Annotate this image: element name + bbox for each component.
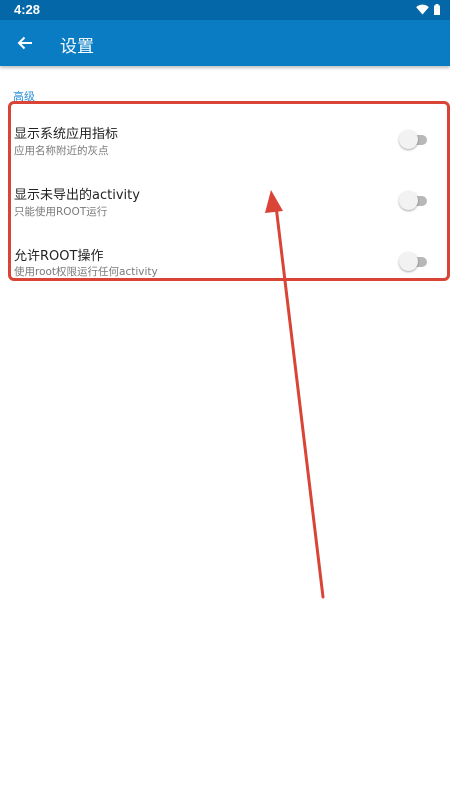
back-button[interactable] bbox=[8, 26, 42, 60]
switch-thumb bbox=[399, 191, 418, 210]
switch-thumb bbox=[399, 252, 418, 271]
pref-title: 允许ROOT操作 bbox=[14, 249, 104, 264]
system-icons bbox=[416, 4, 440, 15]
pref-allow-root[interactable]: 允许ROOT操作 使用root权限运行任何activity bbox=[0, 233, 450, 293]
pref-title: 显示未导出的activity bbox=[14, 188, 140, 203]
switch-allow-root[interactable] bbox=[399, 252, 429, 272]
battery-icon bbox=[434, 4, 440, 15]
arrow-back-icon bbox=[17, 36, 32, 50]
pref-summary: 使用root权限运行任何activity bbox=[14, 266, 158, 278]
pref-summary: 应用名称附近的灰点 bbox=[14, 145, 109, 157]
category-header-advanced: 高级 bbox=[13, 90, 35, 103]
status-bar: 4:28 bbox=[0, 0, 450, 20]
page-title: 设置 bbox=[60, 37, 94, 57]
pref-title: 显示系统应用指标 bbox=[14, 127, 119, 142]
wifi-icon bbox=[416, 4, 429, 15]
switch-show-unexported-activity[interactable] bbox=[399, 191, 429, 211]
status-time: 4:28 bbox=[14, 2, 41, 17]
switch-thumb bbox=[399, 130, 418, 149]
pref-show-system-app-indicator[interactable]: 显示系统应用指标 应用名称附近的灰点 bbox=[0, 111, 450, 171]
pref-show-unexported-activity[interactable]: 显示未导出的activity 只能使用ROOT运行 bbox=[0, 172, 450, 232]
app-bar: 设置 bbox=[0, 20, 450, 66]
pref-summary: 只能使用ROOT运行 bbox=[14, 206, 108, 218]
switch-show-system-app-indicator[interactable] bbox=[399, 130, 429, 150]
